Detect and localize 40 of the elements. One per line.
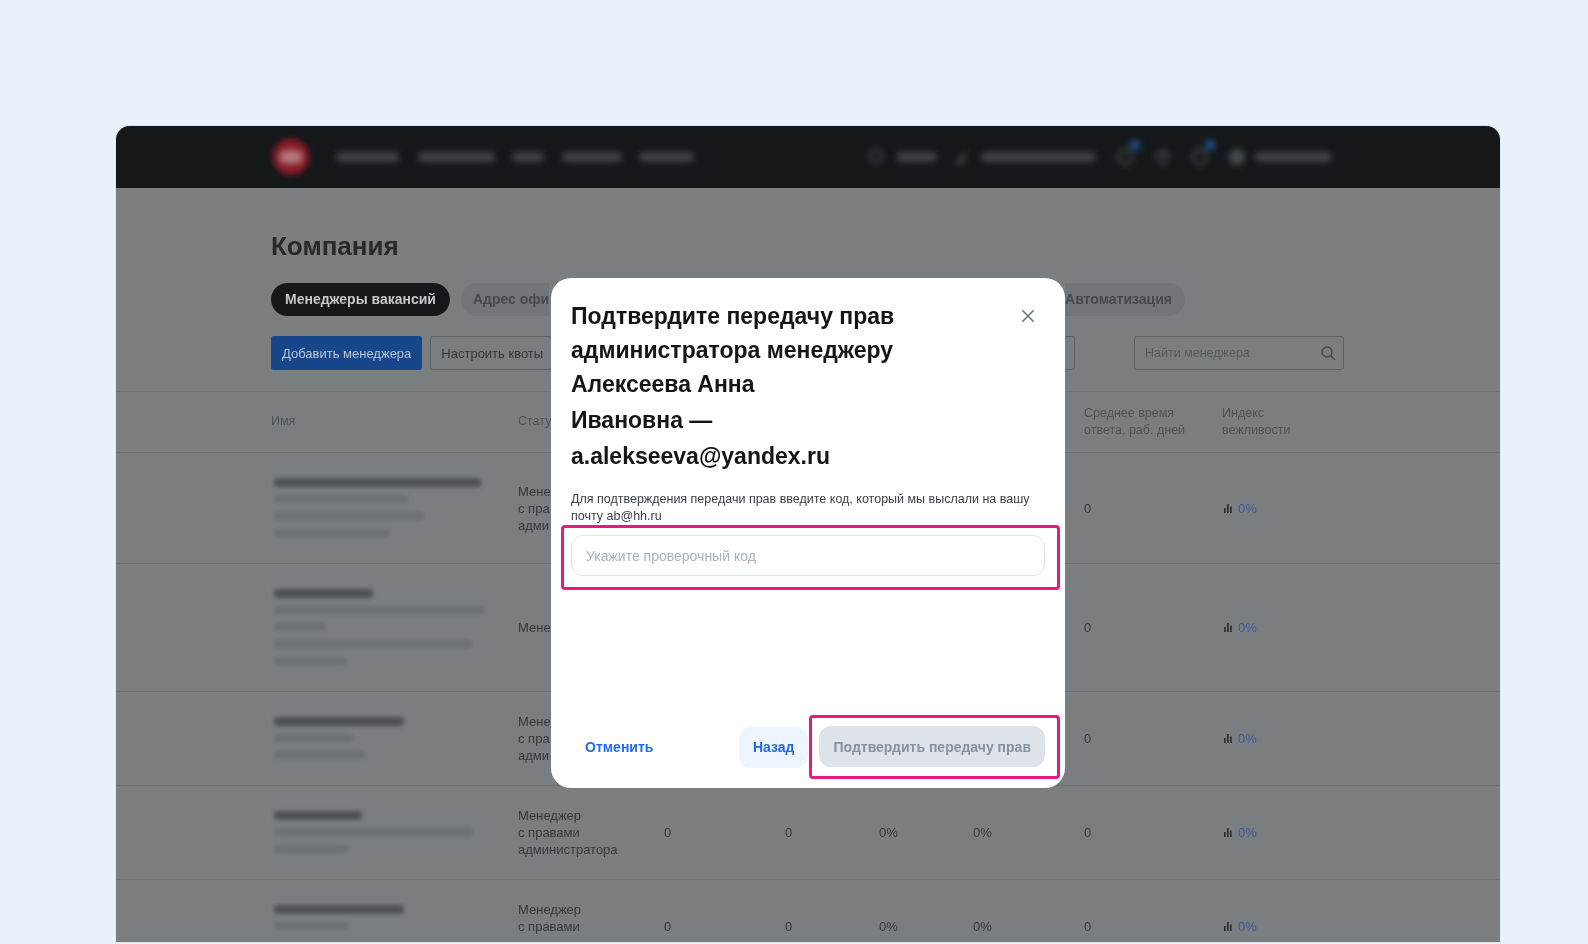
percent-link[interactable]: 0% [1238, 619, 1257, 636]
table-cell: Мене [518, 619, 551, 636]
table-cell: 0% [973, 918, 992, 935]
table-cell: 0 [664, 824, 672, 841]
bar-chart-icon [1224, 828, 1232, 837]
percent-link[interactable]: 0% [1238, 730, 1257, 747]
page-title: Компания [271, 230, 399, 262]
percent-link[interactable]: 0% [1238, 918, 1257, 935]
toolbar-button[interactable]: Добавить менеджера [271, 336, 423, 370]
table-cell: 0% [879, 918, 898, 935]
percent-link[interactable]: 0% [1238, 499, 1257, 517]
table-cell: 0 [785, 918, 793, 935]
manager-email: a.alekseeva@yandex.ru [571, 442, 830, 471]
table-cell: 0 [1084, 918, 1092, 935]
bar-chart-icon [1224, 623, 1232, 632]
table-cell: 0 [664, 918, 672, 935]
table-cell: 0 [785, 824, 793, 841]
table-cell: 0 [1084, 499, 1092, 517]
code-input[interactable]: Укажите проверочный код [571, 535, 1045, 576]
table-cell: Менеджер с правами [518, 901, 582, 935]
close-icon [1022, 310, 1034, 322]
table-cell: Менеджер с правами администратора [518, 807, 618, 858]
table-cell: 0% [879, 824, 898, 841]
tab[interactable]: Менеджеры вакансий [271, 283, 450, 316]
close-button[interactable] [1022, 310, 1034, 322]
bar-chart-icon [1224, 734, 1232, 743]
table-cell: 0 [1084, 824, 1092, 841]
table-cell: 0 [1084, 730, 1092, 747]
table-cell: Мене с пра адми [518, 713, 551, 764]
secondary-button[interactable]: Назад [738, 726, 809, 768]
dialog-title: Подтвердите передачу прав администратора менеджеру [571, 302, 896, 365]
percent-link[interactable]: 0% [1238, 824, 1257, 841]
table-cell: 0 [1084, 619, 1092, 636]
hint-text: Для подтверждения передачи прав введите код, который мы выслали на вашу почту ab@hh.ru [571, 491, 1031, 525]
bar-chart-icon [1224, 503, 1232, 513]
table-cell: Мене с пра адми [518, 482, 551, 534]
search-icon[interactable] [1321, 346, 1335, 360]
link-button[interactable]: Отменить [571, 726, 668, 768]
table-cell: 0% [973, 824, 992, 841]
bar-chart-icon [1224, 922, 1232, 931]
